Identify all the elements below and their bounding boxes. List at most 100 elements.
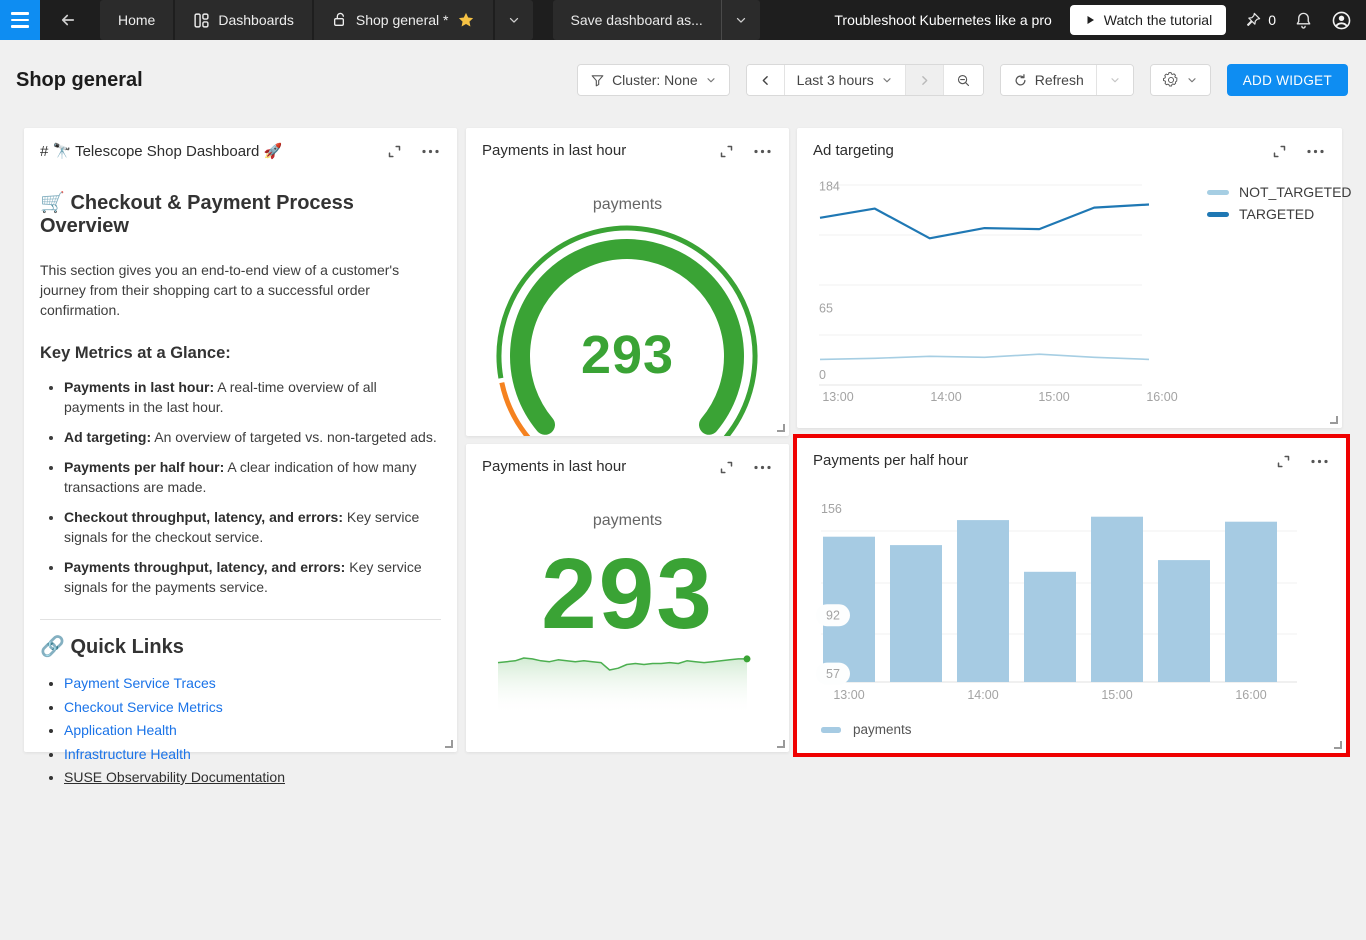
zoom-out-time-button[interactable]: [944, 65, 983, 95]
tab-home[interactable]: Home: [100, 0, 175, 40]
svg-text:92: 92: [826, 609, 840, 623]
save-dashboard-as-button[interactable]: Save dashboard as...: [553, 0, 722, 40]
svg-text:15:00: 15:00: [1101, 688, 1132, 702]
pinned-items-button[interactable]: 0: [1244, 11, 1276, 29]
svg-text:16:00: 16:00: [1235, 688, 1266, 702]
dashboard-settings-button[interactable]: [1151, 65, 1210, 95]
legend-swatch: [1207, 212, 1229, 217]
dashboards-icon: [193, 12, 210, 29]
refresh-icon: [1013, 73, 1028, 88]
topbar-right-section: Troubleshoot Kubernetes like a pro Watch…: [834, 5, 1366, 35]
payments-sparkline-chart[interactable]: [466, 444, 789, 752]
link-payment-service-traces[interactable]: Payment Service Traces: [64, 675, 216, 691]
page-title: Shop general: [16, 69, 143, 92]
time-range-label: Last 3 hours: [797, 72, 874, 88]
svg-text:184: 184: [819, 179, 840, 193]
svg-text:57: 57: [826, 667, 840, 681]
chart-legend: NOT_TARGETED TARGETED: [1207, 184, 1352, 222]
widget-menu-button[interactable]: [420, 147, 441, 156]
tab-shop-general[interactable]: Shop general *: [314, 0, 495, 40]
expand-widget-button[interactable]: [385, 142, 404, 161]
link-suse-observability-docs[interactable]: SUSE Observability Documentation: [64, 769, 285, 785]
link-application-health[interactable]: Application Health: [64, 722, 177, 738]
cluster-filter-group: Cluster: None: [577, 64, 730, 96]
widget-resize-handle[interactable]: [777, 740, 785, 748]
settings-group: [1150, 64, 1211, 96]
refresh-button[interactable]: Refresh: [1001, 65, 1097, 95]
widget-payments-gauge: Payments in last hour payments 293: [466, 128, 789, 436]
refresh-label: Refresh: [1035, 72, 1084, 88]
back-button[interactable]: [48, 0, 88, 40]
zoom-out-icon: [956, 73, 971, 88]
favorite-star-icon[interactable]: [457, 11, 475, 29]
notifications-button[interactable]: [1294, 11, 1313, 30]
expand-icon: [387, 144, 402, 159]
time-forward-button[interactable]: [906, 65, 944, 95]
save-dashboard-as-label: Save dashboard as...: [571, 12, 703, 28]
watch-tutorial-label: Watch the tutorial: [1104, 12, 1212, 28]
link-infrastructure-health[interactable]: Infrastructure Health: [64, 746, 191, 762]
time-range-group: Last 3 hours: [746, 64, 984, 96]
link-checkout-service-metrics[interactable]: Checkout Service Metrics: [64, 699, 223, 715]
list-item: Checkout throughput, latency, and errors…: [64, 507, 441, 547]
refresh-group: Refresh: [1000, 64, 1134, 96]
legend-item-not-targeted[interactable]: NOT_TARGETED: [1207, 184, 1352, 200]
gear-icon: [1163, 72, 1179, 88]
gauge-value: 293: [466, 324, 789, 386]
legend-swatch: [1207, 190, 1229, 195]
tab-dropdown-button[interactable]: [495, 0, 533, 40]
svg-text:13:00: 13:00: [833, 688, 864, 702]
widget-resize-handle[interactable]: [1334, 741, 1342, 749]
promo-text: Troubleshoot Kubernetes like a pro: [834, 12, 1051, 28]
payments-bar-chart[interactable]: 156 92 57 13:00 14:00 15:00 16:00: [797, 438, 1346, 753]
legend-item-targeted[interactable]: TARGETED: [1207, 206, 1352, 222]
hamburger-menu-button[interactable]: [0, 0, 40, 40]
user-menu-button[interactable]: [1331, 10, 1352, 31]
list-item: SUSE Observability Documentation: [64, 769, 441, 785]
time-range-button[interactable]: Last 3 hours: [785, 65, 906, 95]
chevron-down-icon: [507, 13, 521, 27]
unlocked-icon: [332, 12, 348, 28]
nav-tab-group: Home Dashboards Shop general *: [100, 0, 533, 40]
widget-ad-targeting: Ad targeting 06518413:0014:0015:0016:00 …: [797, 128, 1342, 428]
more-dots-icon: [422, 149, 439, 154]
chevron-down-icon: [705, 74, 717, 86]
widget-markdown: # 🔭 Telescope Shop Dashboard 🚀 🛒 Checkou…: [24, 128, 457, 752]
markdown-heading: 🛒 Checkout & Payment Process Overview: [40, 190, 441, 238]
markdown-intro: This section gives you an end-to-end vie…: [40, 260, 441, 320]
avatar-icon: [1331, 10, 1352, 31]
chart-legend[interactable]: payments: [821, 722, 912, 737]
chevron-down-icon: [734, 13, 748, 27]
quick-links-heading: 🔗 Quick Links: [40, 634, 441, 659]
tab-dashboards[interactable]: Dashboards: [175, 0, 314, 40]
metrics-heading: Key Metrics at a Glance:: [40, 344, 441, 363]
time-back-button[interactable]: [747, 65, 785, 95]
list-item: Application Health: [64, 722, 441, 738]
svg-text:0: 0: [819, 368, 826, 382]
widget-resize-handle[interactable]: [777, 424, 785, 432]
svg-text:13:00: 13:00: [822, 390, 853, 404]
widget-resize-handle[interactable]: [1330, 416, 1338, 424]
metrics-list: Payments in last hour: A real-time overv…: [64, 377, 441, 597]
ad-targeting-line-chart[interactable]: 06518413:0014:0015:0016:00: [797, 128, 1342, 428]
list-item: Ad targeting: An overview of targeted vs…: [64, 427, 441, 447]
widget-resize-handle[interactable]: [445, 740, 453, 748]
divider: [40, 619, 441, 620]
quick-links-list: Payment Service Traces Checkout Service …: [64, 675, 441, 785]
svg-text:15:00: 15:00: [1038, 390, 1069, 404]
list-item: Payments in last hour: A real-time overv…: [64, 377, 441, 417]
payments-gauge-chart[interactable]: [466, 128, 789, 436]
watch-tutorial-button[interactable]: Watch the tutorial: [1070, 5, 1226, 35]
chevron-left-icon: [759, 74, 772, 87]
cluster-filter-button[interactable]: Cluster: None: [578, 65, 729, 95]
list-item: Payments throughput, latency, and errors…: [64, 557, 441, 597]
svg-text:156: 156: [821, 502, 842, 516]
refresh-interval-dropdown[interactable]: [1097, 65, 1133, 95]
legend-label: TARGETED: [1239, 206, 1314, 222]
pin-count: 0: [1268, 12, 1276, 28]
list-item: Payments per half hour: A clear indicati…: [64, 457, 441, 497]
cluster-filter-label: Cluster: None: [612, 72, 698, 88]
svg-text:14:00: 14:00: [967, 688, 998, 702]
add-widget-button[interactable]: ADD WIDGET: [1227, 64, 1348, 96]
save-dashboard-dropdown-button[interactable]: [722, 0, 760, 40]
